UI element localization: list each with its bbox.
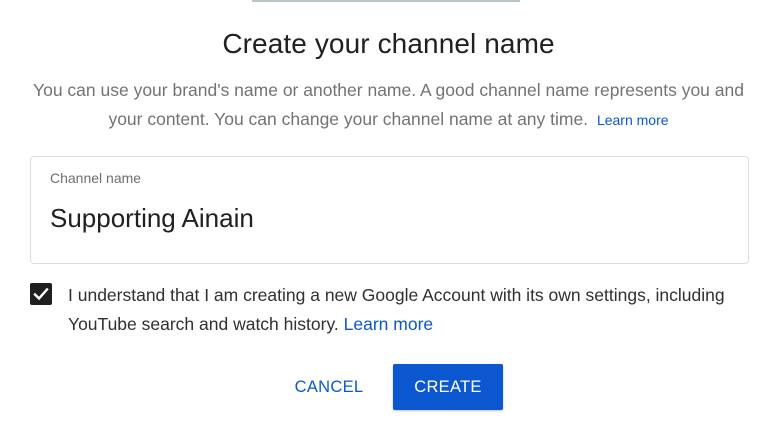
description-learn-more-link[interactable]: Learn more: [597, 112, 669, 128]
checkmark-icon: [33, 287, 49, 301]
top-edge-artifact: [252, 0, 520, 2]
dialog-title: Create your channel name: [222, 28, 555, 59]
dialog-actions: CANCEL CREATE: [0, 364, 777, 410]
channel-name-input[interactable]: [50, 203, 720, 234]
dialog-description: You can use your brand's name or another…: [30, 76, 747, 135]
create-channel-dialog: Create your channel name You can use you…: [0, 0, 777, 438]
consent-learn-more-link[interactable]: Learn more: [344, 314, 434, 334]
create-button[interactable]: CREATE: [393, 364, 503, 410]
consent-text: I understand that I am creating a new Go…: [68, 281, 744, 339]
consent-checkbox[interactable]: [30, 283, 52, 305]
channel-name-label: Channel name: [50, 170, 142, 186]
cancel-button[interactable]: CANCEL: [279, 364, 379, 410]
channel-name-field[interactable]: Channel name: [30, 156, 749, 264]
